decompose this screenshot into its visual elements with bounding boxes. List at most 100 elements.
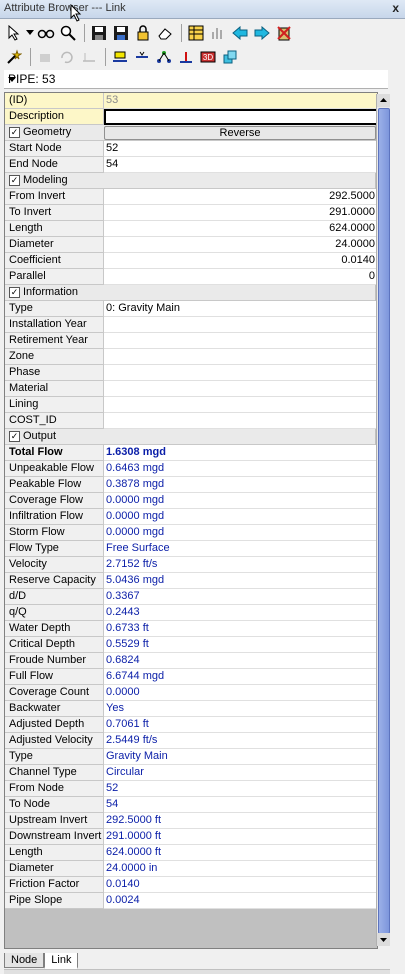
element-selector[interactable]: PIPE: 53 [4, 70, 388, 89]
cost-icon[interactable]: 3D [198, 47, 218, 67]
description-input[interactable] [104, 109, 377, 125]
grid-row-zone[interactable]: Zone [5, 349, 377, 365]
grid-row-retirement-year[interactable]: Retirement Year [5, 333, 377, 349]
grid-row-cost-id[interactable]: COST_ID [5, 413, 377, 429]
output-row[interactable]: Diameter 24.0000 in [5, 861, 377, 877]
grid-row-id[interactable]: (ID) 53 [5, 93, 377, 109]
output-row[interactable]: Coverage Flow 0.0000 mgd [5, 493, 377, 509]
output-row[interactable]: Upstream Invert 292.5000 ft [5, 813, 377, 829]
scroll-down-icon[interactable] [377, 933, 390, 946]
back-arrow-icon[interactable] [230, 23, 250, 43]
section-checkbox[interactable]: ✓ [9, 287, 20, 298]
row-value[interactable] [104, 333, 377, 349]
section-modeling[interactable]: ✓ Modeling [5, 173, 375, 189]
grid-row-phase[interactable]: Phase [5, 365, 377, 381]
grid-row-lining[interactable]: Lining [5, 397, 377, 413]
grid-row-description[interactable]: Description [5, 109, 377, 125]
row-value[interactable] [104, 349, 377, 365]
dropdown-arrow-icon[interactable] [26, 23, 34, 43]
grid-row-type[interactable]: Type 0: Gravity Main [5, 301, 377, 317]
row-value[interactable]: 0: Gravity Main [104, 301, 377, 317]
row-value[interactable] [104, 413, 377, 429]
output-row[interactable]: Infiltration Flow 0.0000 mgd [5, 509, 377, 525]
lock-icon[interactable] [133, 23, 153, 43]
binoculars-icon[interactable] [36, 23, 56, 43]
network-icon[interactable] [154, 47, 174, 67]
output-row[interactable]: Adjusted Velocity 2.5449 ft/s [5, 733, 377, 749]
output-row[interactable]: Adjusted Depth 0.7061 ft [5, 717, 377, 733]
output-row[interactable]: Type Gravity Main [5, 749, 377, 765]
table-icon[interactable] [186, 23, 206, 43]
output-row[interactable]: Coverage Count 0.0000 [5, 685, 377, 701]
output-row[interactable]: Velocity 2.7152 ft/s [5, 557, 377, 573]
zoom-icon[interactable] [58, 23, 78, 43]
scroll-up-icon[interactable] [377, 94, 390, 107]
grid-row-diameter[interactable]: Diameter 24.0000 [5, 237, 377, 253]
grid-row-installation-year[interactable]: Installation Year [5, 317, 377, 333]
output-row[interactable]: From Node 52 [5, 781, 377, 797]
magic-wand-icon[interactable] [4, 47, 24, 67]
output-row[interactable]: Full Flow 6.6744 mgd [5, 669, 377, 685]
output-row[interactable]: Storm Flow 0.0000 mgd [5, 525, 377, 541]
output-row[interactable]: Flow Type Free Surface [5, 541, 377, 557]
invert-icon[interactable] [176, 47, 196, 67]
grid-row-to-invert[interactable]: To Invert 291.0000 [5, 205, 377, 221]
row-value[interactable]: 54 [104, 157, 377, 173]
scroll-thumb[interactable] [378, 108, 390, 934]
output-row[interactable]: To Node 54 [5, 797, 377, 813]
output-row[interactable]: Backwater Yes [5, 701, 377, 717]
output-row[interactable]: Pipe Slope 0.0024 [5, 893, 377, 909]
save-icon[interactable] [89, 23, 109, 43]
row-value[interactable]: 0.0140 [104, 253, 377, 269]
section-output[interactable]: ✓ Output [5, 429, 375, 445]
reverse-button[interactable]: Reverse [104, 126, 376, 140]
row-value[interactable]: 24.0000 [104, 237, 377, 253]
section-information[interactable]: ✓ Information [5, 285, 375, 301]
output-row[interactable]: Critical Depth 0.5529 ft [5, 637, 377, 653]
output-row[interactable]: q/Q 0.2443 [5, 605, 377, 621]
grid-row-start-node[interactable]: Start Node 52 [5, 141, 377, 157]
grid-row-from-invert[interactable]: From Invert 292.5000 [5, 189, 377, 205]
output-row[interactable]: Downstream Invert 291.0000 ft [5, 829, 377, 845]
output-row[interactable]: Unpeakable Flow 0.6463 mgd [5, 461, 377, 477]
tab-node[interactable]: Node [4, 953, 45, 968]
section-checkbox[interactable]: ✓ [9, 127, 20, 138]
pointer-icon[interactable] [4, 23, 24, 43]
row-value[interactable] [104, 317, 377, 333]
resize-grip[interactable] [4, 969, 390, 974]
grid-row-coefficient[interactable]: Coefficient 0.0140 [5, 253, 377, 269]
vertical-scrollbar[interactable] [376, 94, 390, 946]
close-icon[interactable]: x [392, 1, 399, 15]
output-row[interactable]: Length 624.0000 ft [5, 845, 377, 861]
grid-row-length[interactable]: Length 624.0000 [5, 221, 377, 237]
tab-link[interactable]: Link [44, 953, 79, 969]
output-row[interactable]: Total Flow 1.6308 mgd [5, 445, 377, 461]
output-row[interactable]: d/D 0.3367 [5, 589, 377, 605]
section-checkbox[interactable]: ✓ [9, 175, 20, 186]
delete-icon[interactable] [274, 23, 294, 43]
split-icon[interactable] [132, 47, 152, 67]
output-row[interactable]: Reserve Capacity 5.0436 mgd [5, 573, 377, 589]
output-row[interactable]: Froude Number 0.6824 [5, 653, 377, 669]
label-icon[interactable] [110, 47, 130, 67]
chevron-down-icon[interactable] [8, 77, 16, 82]
row-value[interactable] [104, 365, 377, 381]
output-row[interactable]: Water Depth 0.6733 ft [5, 621, 377, 637]
row-value[interactable]: 52 [104, 141, 377, 157]
eraser-icon[interactable] [155, 23, 175, 43]
output-row[interactable]: Channel Type Circular [5, 765, 377, 781]
save-as-icon[interactable] [111, 23, 131, 43]
forward-arrow-icon[interactable] [252, 23, 272, 43]
section-checkbox[interactable]: ✓ [9, 431, 20, 442]
grid-row-material[interactable]: Material [5, 381, 377, 397]
row-value[interactable] [104, 381, 377, 397]
row-value[interactable]: 291.0000 [104, 205, 377, 221]
row-value[interactable]: 624.0000 [104, 221, 377, 237]
row-value[interactable]: 0 [104, 269, 377, 285]
output-row[interactable]: Friction Factor 0.0140 [5, 877, 377, 893]
grid-row-parallel[interactable]: Parallel 0 [5, 269, 377, 285]
3d-view-icon[interactable] [220, 47, 240, 67]
row-value[interactable]: 292.5000 [104, 189, 377, 205]
grid-row-end-node[interactable]: End Node 54 [5, 157, 377, 173]
row-value[interactable] [104, 397, 377, 413]
